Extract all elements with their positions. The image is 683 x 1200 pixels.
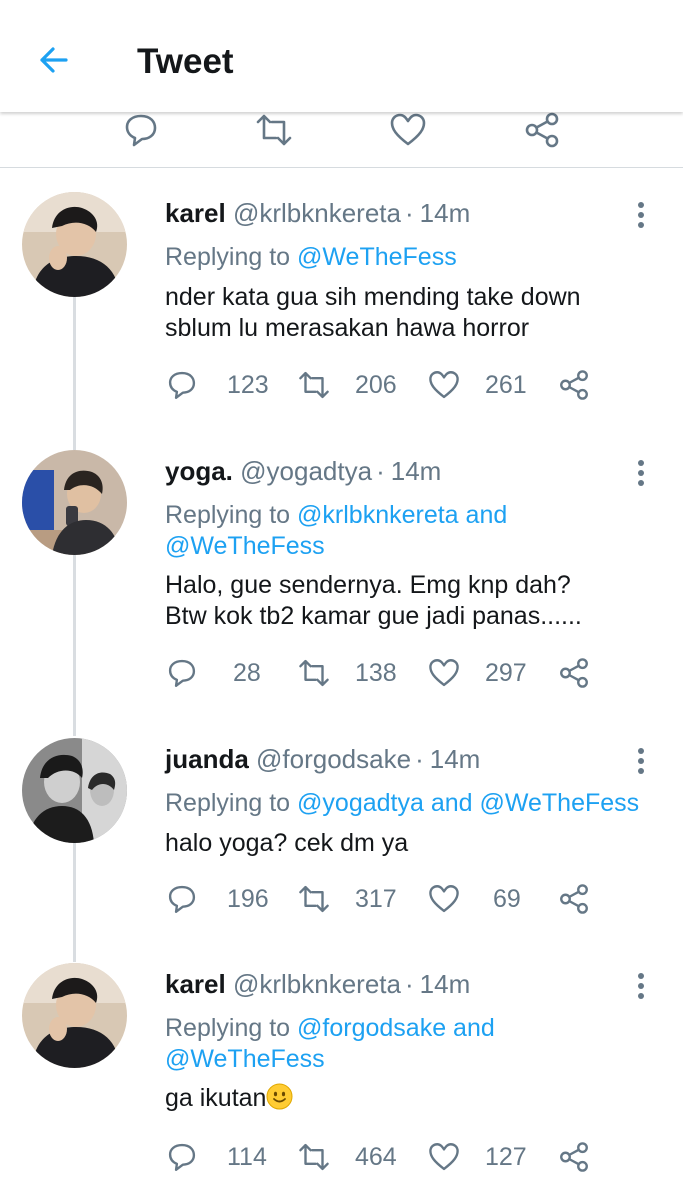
like-count: 297 <box>485 659 527 687</box>
reply-count: 196 <box>227 885 269 913</box>
display-name[interactable]: yoga. <box>165 456 233 486</box>
top-bar: Tweet <box>0 0 683 112</box>
like-icon[interactable] <box>427 1140 461 1174</box>
timestamp[interactable]: 14m <box>430 744 481 774</box>
mention-link[interactable]: @yogadtya <box>297 789 424 817</box>
retweet-count: 138 <box>355 659 397 687</box>
like-icon[interactable] <box>427 368 461 402</box>
avatar[interactable] <box>22 450 127 555</box>
replying-to: Replying to @forgodsake and @WeTheFess <box>165 1014 495 1073</box>
display-name[interactable]: karel <box>165 969 226 999</box>
user-handle[interactable]: @krlbknkereta <box>233 198 401 228</box>
thread-line <box>73 554 76 736</box>
tweet-actions: 196 317 69 <box>165 882 635 918</box>
display-name[interactable]: juanda <box>165 744 249 774</box>
share-icon[interactable] <box>557 1140 591 1174</box>
like-count: 69 <box>493 885 521 913</box>
share-icon[interactable] <box>557 656 591 690</box>
user-handle[interactable]: @forgodsake <box>256 744 411 774</box>
mention-conjunction: and <box>458 501 508 529</box>
separator-dot: · <box>415 744 424 774</box>
back-arrow-icon[interactable] <box>34 40 74 80</box>
reply-icon[interactable] <box>165 882 199 916</box>
retweet-icon[interactable] <box>297 656 331 690</box>
replying-to: Replying to @krlbknkereta and @WeTheFess <box>165 501 508 560</box>
tweet-actions: 114 464 127 <box>165 1140 635 1176</box>
reply-icon[interactable] <box>165 368 199 402</box>
share-icon[interactable] <box>557 368 591 402</box>
slightly-smiling-face-icon <box>266 1083 293 1110</box>
like-icon[interactable] <box>388 112 428 148</box>
display-name[interactable]: karel <box>165 198 226 228</box>
share-icon[interactable] <box>557 882 591 916</box>
separator-dot: · <box>376 456 385 486</box>
user-handle[interactable]: @yogadtya <box>240 456 372 486</box>
timestamp[interactable]: 14m <box>420 969 471 999</box>
user-handle[interactable]: @krlbknkereta <box>233 969 401 999</box>
more-options-icon[interactable] <box>629 200 653 232</box>
replying-to: Replying to @WeTheFess <box>165 243 457 271</box>
mention-link[interactable]: @WeTheFess <box>297 243 457 271</box>
mention-link[interactable]: @krlbknkereta <box>297 501 459 529</box>
reply-icon[interactable] <box>165 656 199 690</box>
thread-line <box>73 842 76 962</box>
avatar[interactable] <box>22 738 127 843</box>
timestamp[interactable]: 14m <box>391 456 442 486</box>
tweet-text: nder kata gua sih mending take down sblu… <box>165 283 581 342</box>
mention-link[interactable]: @WeTheFess <box>479 789 639 817</box>
avatar[interactable] <box>22 192 127 297</box>
reply-count: 28 <box>233 659 261 687</box>
mention-conjunction: and <box>446 1014 495 1042</box>
more-options-icon[interactable] <box>629 458 653 490</box>
like-count: 261 <box>485 371 527 399</box>
reply-header: yoga. @yogadtya · 14m <box>165 456 441 487</box>
like-count: 127 <box>485 1143 527 1171</box>
reply-icon[interactable] <box>121 112 161 148</box>
separator-dot: · <box>404 198 414 228</box>
retweet-icon[interactable] <box>297 368 331 402</box>
share-icon[interactable] <box>522 112 562 148</box>
separator-dot: · <box>404 969 414 999</box>
retweet-count: 317 <box>355 885 397 913</box>
reply-icon[interactable] <box>165 1140 199 1174</box>
tweet-actions: 28 138 297 <box>165 656 635 692</box>
avatar[interactable] <box>22 963 127 1068</box>
more-options-icon[interactable] <box>629 971 653 1003</box>
tweet-text: halo yoga? cek dm ya <box>165 829 409 857</box>
retweet-count: 464 <box>355 1143 397 1171</box>
replying-to: Replying to @yogadtya and @WeTheFess <box>165 789 640 817</box>
page-title: Tweet <box>137 42 234 81</box>
like-icon[interactable] <box>427 656 461 690</box>
tweet-text: Halo, gue sendernya. Emg knp dah? Btw ko… <box>165 571 582 630</box>
mention-conjunction: and <box>423 789 480 817</box>
retweet-icon[interactable] <box>297 1140 331 1174</box>
reply-count: 123 <box>227 371 269 399</box>
tweet-actions: 123 206 261 <box>165 368 635 404</box>
reply-header: karel @krlbknkereta · 14m <box>165 969 470 1000</box>
thread-line <box>73 296 76 450</box>
reply-header: juanda @forgodsake · 14m <box>165 744 480 775</box>
more-options-icon[interactable] <box>629 746 653 778</box>
timestamp[interactable]: 14m <box>420 198 471 228</box>
retweet-icon[interactable] <box>297 882 331 916</box>
main-tweet-actions <box>0 112 683 168</box>
retweet-count: 206 <box>355 371 397 399</box>
mention-link[interactable]: @forgodsake <box>297 1014 446 1042</box>
tweet-text: ga ikutan <box>165 1083 665 1114</box>
like-icon[interactable] <box>427 882 461 916</box>
reply-header: karel @krlbknkereta · 14m <box>165 198 470 229</box>
mention-link[interactable]: @WeTheFess <box>165 532 325 560</box>
retweet-icon[interactable] <box>254 112 294 148</box>
mention-link[interactable]: @WeTheFess <box>165 1045 325 1073</box>
reply-count: 114 <box>227 1143 267 1171</box>
